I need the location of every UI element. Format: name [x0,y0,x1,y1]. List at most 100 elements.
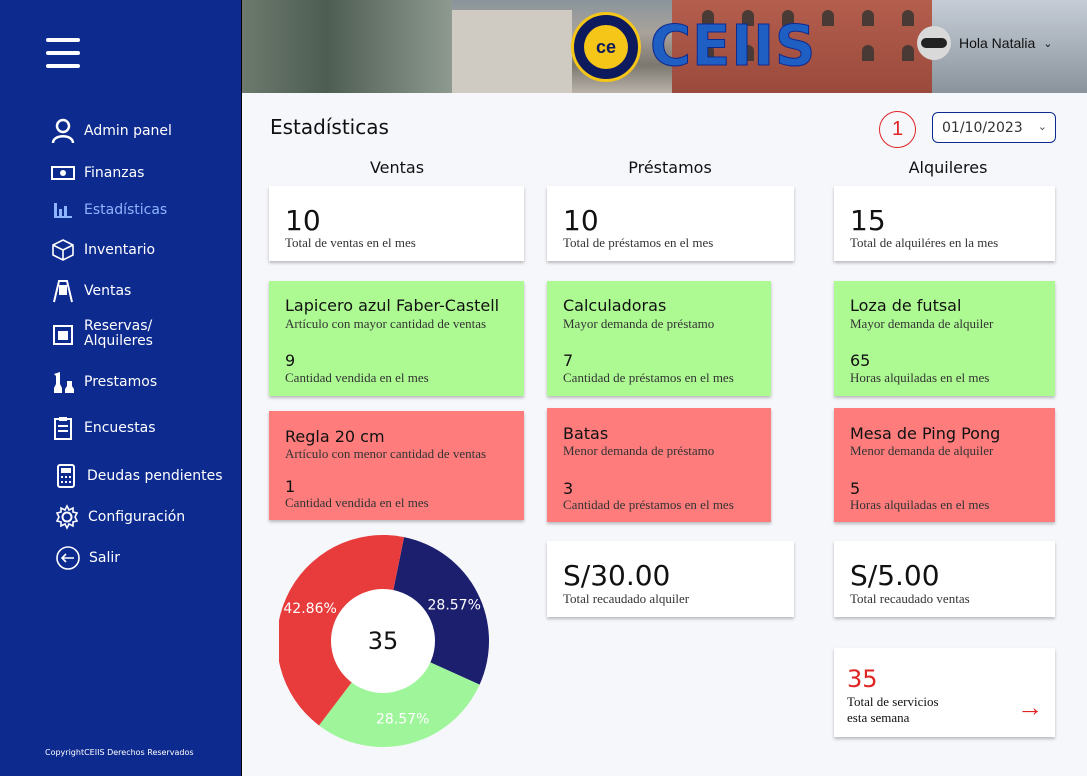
chess-icon [50,369,76,395]
pie-chart: 28.57% 28.57% 42.86% 35 [279,535,489,747]
item-qty-label: Cantidad de préstamos en el mes [563,497,734,512]
sidebar-item-label: Estadísticas [84,202,168,218]
sidebar: Admin panel Finanzas Estadísticas Invent… [0,0,242,776]
item-desc: Artículo con menor cantidad de ventas [285,446,487,461]
pie-slice-label-0: 28.57% [428,598,481,614]
item-desc: Menor demanda de alquiler [850,443,994,458]
main-content: Estadísticas 1 01/10/2023 ⌄ Ventas Prést… [242,93,1087,776]
copyright: CopyrightCEIIS Derechos Reservados [45,748,194,757]
page-title: Estadísticas [270,115,389,139]
item-desc: Mayor demanda de alquiler [850,316,994,331]
item-qty: 65 [850,351,871,370]
money-value: S/5.00 [850,559,940,592]
item-name: Batas [563,424,609,443]
header-banner: ce CEIIS Hola Natalia ⌄ [242,0,1087,93]
sidebar-item-label: Reservas/ [84,318,153,334]
top-alquiler-card: Loza de futsal Mayor demanda de alquiler… [834,281,1055,396]
item-qty: 5 [850,479,861,498]
sidebar-item-label: Finanzas [84,165,145,181]
sidebar-item-configuracion[interactable]: Configuración [54,504,185,530]
item-name: Regla 20 cm [285,427,385,446]
sidebar-item-salir[interactable]: Salir [55,545,120,571]
sidebar-item-finanzas[interactable]: Finanzas [50,160,144,186]
money-label: Total recaudado ventas [850,591,970,606]
column-title-ventas: Ventas [369,158,425,177]
column-title-alquileres: Alquileres [908,158,988,177]
notification-badge[interactable]: 1 [879,111,916,148]
bar-chart-icon [50,197,76,223]
pie-slice-label-2: 42.86% [283,601,336,617]
calendar-icon [50,321,76,347]
low-venta-card: Regla 20 cm Artículo con menor cantidad … [269,411,524,520]
item-qty-label: Horas alquiladas en el mes [850,497,990,512]
box-icon [50,237,76,263]
sidebar-item-encuestas[interactable]: Encuestas [50,415,156,441]
item-qty: 3 [563,479,574,498]
date-value: 01/10/2023 [942,119,1023,136]
logout-icon [55,545,81,571]
total-value: 10 [563,204,599,237]
item-name: Lapicero azul Faber-Castell [285,296,500,315]
item-qty-label: Cantidad vendida en el mes [285,370,429,385]
chevron-down-icon: ⌄ [1043,37,1053,50]
chart-center-label: 35 [368,627,399,655]
sidebar-item-label: Inventario [84,242,156,258]
sidebar-item-label: Salir [89,550,121,566]
sidebar-item-label: Deudas pendientes [87,468,223,484]
sidebar-item-label: Encuestas [84,420,156,436]
date-select[interactable]: 01/10/2023 ⌄ [932,112,1056,143]
brand-title: CEIIS [649,14,817,80]
sidebar-item-ventas[interactable]: Ventas [50,278,131,304]
item-desc: Menor demanda de préstamo [563,443,715,458]
recaudado-ventas-card: S/5.00 Total recaudado ventas [834,541,1055,617]
item-name: Loza de futsal [850,296,962,315]
user-greeting: Hola Natalia [959,35,1036,51]
item-qty: 9 [285,351,296,370]
sidebar-item-label-2: Alquileres [84,333,153,349]
total-ventas-card: 10 Total de ventas en el mes [269,186,524,261]
sidebar-item-label: Admin panel [84,123,172,139]
servicios-value: 35 [847,665,878,693]
clipboard-icon [50,415,76,441]
low-prestamo-card: Batas Menor demanda de préstamo 3 Cantid… [547,408,771,522]
sidebar-item-deudas[interactable]: Deudas pendientes [53,463,223,489]
ceiis-logo: ce [571,12,641,82]
top-venta-card: Lapicero azul Faber-Castell Artículo con… [269,281,524,396]
sidebar-item-inventario[interactable]: Inventario [50,237,155,263]
total-value: 15 [850,204,886,237]
arrow-right-icon[interactable]: → [1017,692,1043,723]
user-menu[interactable]: Hola Natalia ⌄ [917,26,1052,60]
hamburger-menu-icon[interactable] [46,38,80,70]
item-name: Calculadoras [563,296,667,315]
servicios-semana-card[interactable]: 35 Total de servicios esta semana → [834,648,1055,737]
money-label: Total recaudado alquiler [563,591,690,606]
sidebar-item-reservas-alquileres[interactable]: Reservas/ Alquileres [50,319,153,349]
top-prestamo-card: Calculadoras Mayor demanda de préstamo 7… [547,281,771,396]
item-qty-label: Cantidad vendida en el mes [285,495,429,510]
total-label: Total de préstamos en el mes [563,235,714,250]
store-icon [50,278,76,304]
item-desc: Artículo con mayor cantidad de ventas [285,316,487,331]
item-qty-label: Cantidad de préstamos en el mes [563,370,734,385]
chevron-down-icon: ⌄ [1037,120,1047,133]
logo-monogram: ce [584,25,628,69]
column-title-prestamos: Préstamos [628,158,712,177]
calculator-icon [53,463,79,489]
servicios-label-1: Total de servicios [847,694,939,709]
item-desc: Mayor demanda de préstamo [563,316,715,331]
sidebar-item-admin-panel[interactable]: Admin panel [50,118,172,144]
user-icon [50,118,76,144]
sidebar-item-prestamos[interactable]: Prestamos [50,369,157,395]
gear-icon [54,504,80,530]
servicios-label-2: esta semana [847,710,910,725]
money-icon [50,160,76,186]
item-qty-label: Horas alquiladas en el mes [850,370,990,385]
total-label: Total de alquiléres en la mes [850,235,999,250]
banner-building [452,10,572,93]
pie-slice-label-1: 28.57% [376,712,429,728]
sidebar-item-label: Prestamos [84,374,158,390]
item-qty: 7 [563,351,574,370]
avatar [917,26,951,60]
total-prestamos-card: 10 Total de préstamos en el mes [547,186,794,261]
sidebar-item-estadisticas[interactable]: Estadísticas [50,197,167,223]
